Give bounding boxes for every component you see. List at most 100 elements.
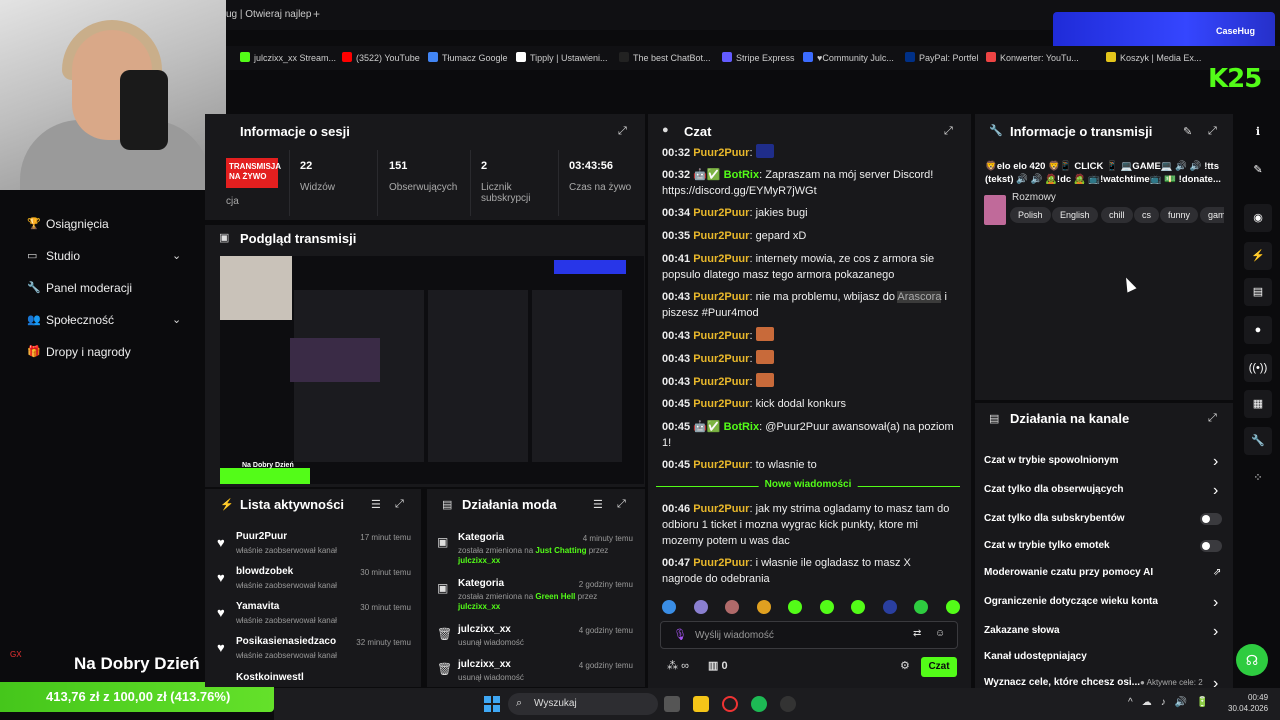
chat-username[interactable]: BotRix	[724, 421, 759, 433]
emote-icon[interactable]	[755, 350, 774, 364]
bookmark-item[interactable]: ♥Community Julc...	[803, 52, 894, 63]
chat-username[interactable]: Puur2Puur	[693, 291, 749, 303]
chat-message[interactable]: 00:43 Puur2Puur:	[662, 373, 954, 390]
sidebar-item-community[interactable]: 👥 Społeczność	[27, 313, 114, 327]
mic-icon[interactable]: 🎙	[673, 628, 687, 641]
sidebar-item-achievements[interactable]: 🏆 Osiągnięcia	[27, 217, 109, 231]
emote-icon[interactable]	[693, 600, 708, 614]
expand-icon[interactable]: ⤢	[618, 125, 627, 138]
bookmark-item[interactable]: The best ChatBot...	[619, 52, 711, 63]
chat-message[interactable]: 00:45 Puur2Puur: to wlasnie to	[662, 457, 954, 473]
bolt-icon[interactable]: ⚡	[1244, 242, 1272, 270]
bookmark-item[interactable]: PayPal: Portfel	[905, 52, 979, 63]
kick-logo[interactable]: K25	[1208, 64, 1262, 94]
wrench-icon[interactable]: 🔧	[1244, 427, 1272, 455]
moderator-name[interactable]: julczixx_xx	[458, 556, 500, 565]
chat-username[interactable]: Puur2Puur	[693, 330, 749, 342]
expand-icon[interactable]: ⤢	[395, 498, 404, 511]
chevron-right-icon[interactable]: ›	[1213, 453, 1218, 471]
gift-points[interactable]: ▥ 0	[708, 659, 728, 672]
chat-username[interactable]: Puur2Puur	[693, 459, 749, 471]
chevron-down-icon[interactable]: ⌄	[172, 313, 181, 326]
emote-icon[interactable]	[755, 144, 774, 158]
chat-username[interactable]: Puur2Puur	[693, 557, 749, 569]
browser-tab-active[interactable]: ug | Otwieraj najlep	[226, 4, 346, 26]
taskbar-search[interactable]: ⌕ Wyszukaj	[508, 693, 658, 715]
category-name[interactable]: Rozmowy	[1012, 192, 1056, 203]
file-explorer-icon[interactable]	[693, 696, 709, 712]
bookmark-item[interactable]: julczixx_xx Stream...	[240, 52, 336, 63]
sidebar-item-studio[interactable]: ▭ Studio	[27, 249, 80, 263]
chat-message[interactable]: 00:41 Puur2Puur: internety mowia, ze cos…	[662, 251, 954, 283]
chat-send-button[interactable]: Czat	[921, 657, 957, 677]
chat-message[interactable]: 00:45 Puur2Puur: kick dodal konkurs	[662, 396, 954, 412]
chat-username[interactable]: Puur2Puur	[693, 376, 749, 388]
new-messages-divider[interactable]: Nowe wiadomości	[656, 479, 960, 500]
stream-tag[interactable]: cs	[1134, 207, 1159, 223]
emote-icon[interactable]	[851, 600, 865, 614]
info-icon[interactable]: ℹ	[1244, 118, 1272, 146]
external-link-icon[interactable]: ⇗	[1213, 567, 1221, 578]
chevron-right-icon[interactable]: ›	[1213, 623, 1218, 641]
game-name[interactable]: Green Hell	[535, 592, 575, 601]
chat-message[interactable]: 00:32 Puur2Puur:	[662, 144, 954, 161]
stream-tag[interactable]: chill	[1101, 207, 1133, 223]
taskbar-clock[interactable]: 00:49 30.04.2026	[1228, 692, 1268, 714]
new-tab-button[interactable]: +	[313, 8, 325, 20]
emote-icon[interactable]	[755, 373, 774, 387]
emote-icon[interactable]	[882, 600, 897, 614]
emote-icon[interactable]	[945, 600, 960, 614]
share-icon[interactable]: ⁘	[1244, 464, 1272, 492]
channel-action-row[interactable]: Czat w trybie spowolnionym	[984, 455, 1118, 466]
document-icon[interactable]: ▤	[1244, 278, 1272, 306]
system-tray-icons[interactable]: ^☁♪🔊🔋	[1128, 697, 1218, 708]
chat-message[interactable]: 00:43 Puur2Puur:	[662, 327, 954, 344]
chat-icon[interactable]: ●	[1244, 316, 1272, 344]
channel-action-row[interactable]: Moderowanie czatu przy pomocy AI	[984, 567, 1153, 578]
bookmark-item[interactable]: Stripe Express	[722, 52, 795, 63]
edit-icon[interactable]: ✎	[1183, 125, 1192, 138]
chat-username[interactable]: Puur2Puur	[693, 398, 749, 410]
app-icon[interactable]	[780, 696, 796, 712]
bookmark-item[interactable]: (3522) YouTube	[342, 52, 420, 63]
sidebar-item-moderation[interactable]: 🔧 Panel moderacji	[27, 281, 132, 295]
bookmark-item[interactable]: Koszyk | Media Ex...	[1106, 52, 1201, 63]
chat-message[interactable]: 00:43 Puur2Puur: nie ma problemu, wbijas…	[662, 289, 954, 321]
spotify-icon[interactable]	[751, 696, 767, 712]
chevron-down-icon[interactable]: ⌄	[172, 249, 181, 262]
translate-icon[interactable]: ⇄	[913, 628, 921, 639]
chat-username[interactable]: Puur2Puur	[693, 147, 749, 159]
emote-icon[interactable]	[725, 600, 739, 614]
moderator-name[interactable]: julczixx_xx	[458, 602, 500, 611]
channel-action-row[interactable]: Czat tylko dla obserwujących	[984, 484, 1124, 495]
layout-icon[interactable]: ▦	[1244, 390, 1272, 418]
stream-preview-video[interactable]: Na Dobry Dzień	[220, 256, 644, 484]
chat-message[interactable]: 00:35 Puur2Puur: gepard xD	[662, 228, 954, 244]
filter-icon[interactable]: ☰	[593, 498, 603, 511]
expand-icon[interactable]: ⤢	[944, 125, 953, 138]
chat-message[interactable]: 00:32 🤖✅ BotRix: Zapraszam na mój server…	[662, 167, 954, 199]
emote-icon[interactable]	[788, 600, 802, 614]
emote-icon[interactable]	[914, 600, 928, 614]
channel-action-row[interactable]: Kanał udostępniający	[984, 651, 1087, 662]
emote-icon[interactable]	[756, 600, 771, 614]
bookmark-item[interactable]: Tipply | Ustawieni...	[516, 52, 608, 63]
emote-icon[interactable]	[755, 327, 774, 341]
chat-username[interactable]: Puur2Puur	[693, 230, 749, 242]
chat-input[interactable]: 🎙 Wyślij wiadomość ⇄ ☺	[660, 621, 958, 649]
stream-tag[interactable]: English	[1052, 207, 1098, 223]
channel-action-row[interactable]: Czat w trybie tylko emotek	[984, 540, 1110, 551]
channel-action-row[interactable]: Wyznacz cele, które chcesz osi...	[984, 677, 1140, 688]
chat-username[interactable]: Puur2Puur	[693, 253, 749, 265]
category-thumbnail[interactable]	[984, 195, 1006, 225]
preview-toggle-icon[interactable]: ◉	[1244, 204, 1272, 232]
support-icon[interactable]: ☊	[1236, 644, 1268, 676]
expand-icon[interactable]: ⤢	[1208, 412, 1217, 425]
channel-action-row[interactable]: Ograniczenie dotyczące wieku konta	[984, 596, 1158, 607]
chat-message[interactable]: 00:43 Puur2Puur:	[662, 350, 954, 367]
chat-username[interactable]: BotRix	[724, 169, 759, 181]
bookmark-item[interactable]: Konwerter: YouTu...	[986, 52, 1079, 63]
emote-icon[interactable]	[819, 600, 834, 614]
gear-icon[interactable]: ⚙	[900, 659, 910, 672]
points-icon[interactable]: ⁂ ∞	[667, 659, 689, 672]
